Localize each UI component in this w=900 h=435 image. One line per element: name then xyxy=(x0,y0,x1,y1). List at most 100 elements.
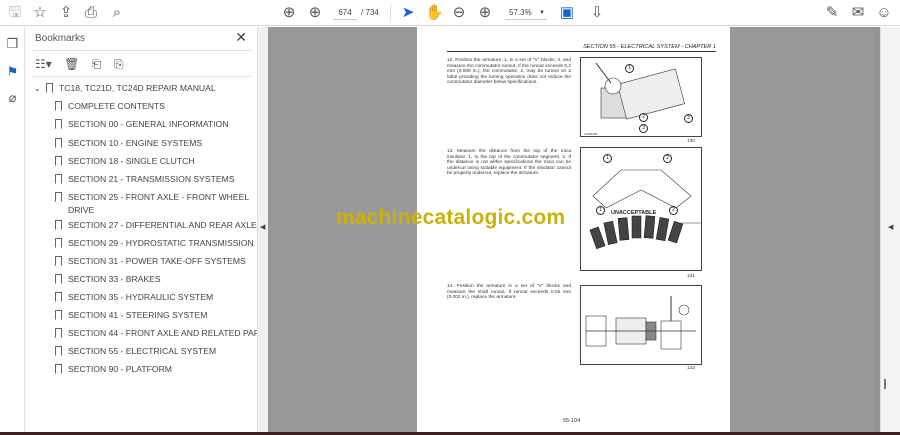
callout-3: 3 xyxy=(684,114,693,123)
previous-page-icon[interactable]: ⊕ xyxy=(280,4,298,22)
page-total: / 734 xyxy=(361,8,379,17)
search-icon[interactable]: ⌕ xyxy=(108,4,126,22)
divider xyxy=(390,5,391,21)
zoom-out-icon[interactable]: ⊖ xyxy=(450,4,468,22)
divider xyxy=(33,50,251,51)
right-panel-collapse[interactable]: ◀ xyxy=(880,27,900,432)
bookmark-label: TC18, TC21D, TC24D REPAIR MANUAL xyxy=(59,83,216,93)
page-number: 55-104 xyxy=(563,418,581,424)
expand-arrow-icon[interactable]: ◀ xyxy=(888,223,893,231)
page-number-input[interactable]: 674 xyxy=(333,6,357,20)
callout-1: 1 xyxy=(603,154,612,163)
bookmark-icon xyxy=(55,119,62,129)
close-icon[interactable]: ✕ xyxy=(235,29,247,46)
page-header: SECTION 55 - ELECTRICAL SYSTEM - CHAPTER… xyxy=(447,44,716,52)
bookmark-label: SECTION 21 - TRANSMISSION SYSTEMS xyxy=(68,174,235,184)
figure-number: 132 xyxy=(687,366,696,371)
side-rail: ❐ ⚑ ⌀ xyxy=(0,27,25,432)
hand-tool-icon[interactable]: ✋ xyxy=(425,4,444,22)
bookmark-icon xyxy=(55,292,62,302)
chevron-down-icon: ▼ xyxy=(539,10,545,16)
figure-number: 131 xyxy=(687,274,696,279)
bookmark-icon xyxy=(46,83,53,93)
figure-armature-runout: 19480158 1 2 3 3 xyxy=(580,57,702,137)
callout-2: 2 xyxy=(663,154,672,163)
figure-shaft-runout xyxy=(580,285,702,365)
bookmark-panel-icon[interactable]: ⚑ xyxy=(4,63,21,80)
figure-label: UNACCEPTABLE xyxy=(611,210,656,216)
bookmark-icon xyxy=(55,174,62,184)
bookmark-label: SECTION 33 - BRAKES xyxy=(68,274,161,284)
callout-3: 3 xyxy=(639,124,648,133)
bookmark-label: SECTION 31 - POWER TAKE-OFF SYSTEMS xyxy=(68,256,246,266)
find-bookmark-icon[interactable]: ⎘ xyxy=(114,57,124,72)
watermark: machinecatalogic.com xyxy=(336,206,566,229)
bookmark-icon xyxy=(55,101,62,111)
bookmark-label: SECTION 18 - SINGLE CLUTCH xyxy=(68,156,195,166)
bookmark-icon xyxy=(55,346,62,356)
bookmark-label: SECTION 55 - ELECTRICAL SYSTEM xyxy=(68,346,217,356)
bookmark-label: DRIVE xyxy=(68,205,95,215)
divider xyxy=(33,76,251,77)
bookmark-label: SECTION 27 - DIFFERENTIAL AND REAR AXLE xyxy=(68,220,257,230)
resize-handle[interactable] xyxy=(884,379,886,389)
step-14: 14. Position the armature in a set of "V… xyxy=(447,284,571,301)
page-fit-icon[interactable]: ▣ xyxy=(558,4,576,22)
delete-icon[interactable]: 🗑 xyxy=(64,57,79,71)
bookmark-icon xyxy=(55,156,62,166)
account-icon[interactable]: ☺ xyxy=(875,4,893,22)
bookmark-label: SECTION 44 - FRONT AXLE AND RELATED PART… xyxy=(68,328,271,338)
bookmark-label: SECTION 29 - HYDROSTATIC TRANSMISSION xyxy=(68,238,254,248)
scroll-mode-icon[interactable]: ⇩ xyxy=(588,4,606,22)
figure-mica-undercut: UNACCEPTABLE 1 2 1 2 xyxy=(580,147,702,271)
callout-1: 1 xyxy=(625,64,634,73)
bookmark-icon xyxy=(55,238,62,248)
chevron-down-icon[interactable]: ⌄ xyxy=(34,82,41,95)
add-bookmark-icon[interactable]: ⎗ xyxy=(92,57,102,72)
bookmark-label: SECTION 35 - HYDRAULIC SYSTEM xyxy=(68,292,214,302)
attachment-icon[interactable]: ⌀ xyxy=(4,89,21,106)
zoom-select[interactable]: 57.3% ▼ xyxy=(505,6,547,20)
bookmark-icon xyxy=(55,256,62,266)
bookmark-label: SECTION 90 - PLATFORM xyxy=(68,364,172,374)
step-12: 12. Position the armature, 1, in a set o… xyxy=(447,58,571,86)
bookmark-icon xyxy=(55,138,62,148)
toolbar: 🖫 ☆ ⇪ ⎙ ⌕ ⊕ ⊕ 674 / 734 ➤ ✋ ⊖ ⊕ 57.3% ▼ ▣… xyxy=(0,0,900,26)
bookmark-label: COMPLETE CONTENTS xyxy=(68,101,165,111)
star-icon[interactable]: ☆ xyxy=(31,4,49,22)
select-cursor-icon[interactable]: ➤ xyxy=(399,4,417,22)
pages-icon[interactable]: ❐ xyxy=(4,35,21,52)
shaft-illustration xyxy=(585,296,696,350)
upload-cloud-icon[interactable]: ⇪ xyxy=(57,4,75,22)
bookmark-label: SECTION 10 - ENGINE SYSTEMS xyxy=(68,138,203,148)
bookmark-label: SECTION 25 - FRONT AXLE - FRONT WHEEL xyxy=(68,192,250,202)
bookmark-icon xyxy=(55,328,62,338)
zoom-value: 57.3% xyxy=(509,8,532,17)
collapse-arrow-icon[interactable]: ◀ xyxy=(260,223,265,231)
email-icon[interactable]: ✉ xyxy=(849,4,867,22)
next-page-icon[interactable]: ⊕ xyxy=(306,4,324,22)
zoom-in-icon[interactable]: ⊕ xyxy=(476,4,494,22)
sign-icon[interactable]: ✎ xyxy=(823,4,841,22)
bookmark-tools: ☷▾ 🗑 ⎗ ⎘ xyxy=(35,55,132,71)
options-menu-icon[interactable]: ☷▾ xyxy=(35,57,52,71)
bookmark-label: SECTION 41 - STEERING SYSTEM xyxy=(68,310,208,320)
callout-1: 1 xyxy=(596,206,605,215)
bookmark-label: SECTION 00 - GENERAL INFORMATION xyxy=(68,119,229,129)
callout-2: 2 xyxy=(669,206,678,215)
bookmarks-panel: Bookmarks ✕ ☷▾ 🗑 ⎗ ⎘ ⌄ TC18, TC21D, TC24… xyxy=(25,27,271,432)
left-panel-collapse[interactable]: ◀ xyxy=(257,27,268,432)
save-icon[interactable]: 🖫 xyxy=(6,4,24,22)
bookmark-icon xyxy=(55,220,62,230)
figure-code: 19480158 xyxy=(584,132,598,136)
bookmark-icon xyxy=(55,274,62,284)
callout-2: 2 xyxy=(639,113,648,122)
panel-title: Bookmarks xyxy=(35,33,86,44)
bookmark-icon xyxy=(55,192,62,202)
vertical-scrollbar[interactable] xyxy=(873,27,880,432)
figure-number: 130 xyxy=(687,139,696,144)
bookmark-icon xyxy=(55,364,62,374)
step-13: 13. Measure the distance from the top of… xyxy=(447,149,571,177)
bookmark-icon xyxy=(55,310,62,320)
print-icon[interactable]: ⎙ xyxy=(82,4,100,22)
